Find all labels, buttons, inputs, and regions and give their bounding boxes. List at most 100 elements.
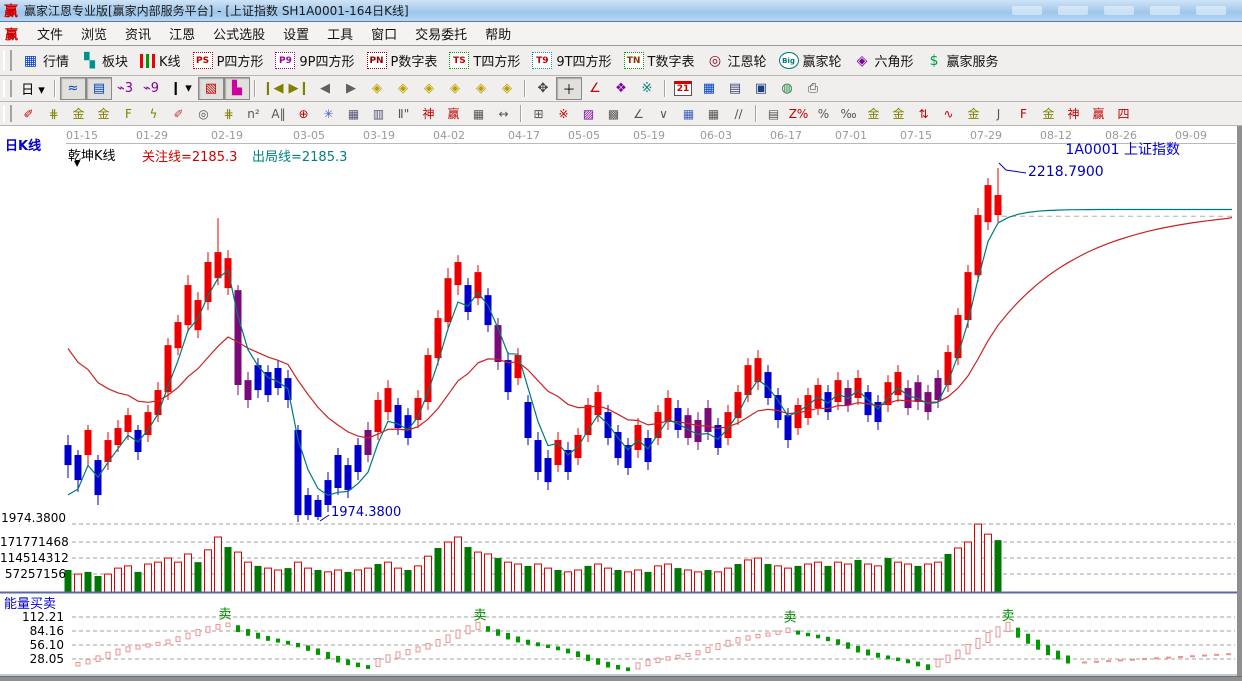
calculator-button[interactable]: ▦ xyxy=(696,77,722,100)
tool-hangqing-button[interactable]: ▦行情 xyxy=(16,48,75,73)
toolbar-grip[interactable] xyxy=(3,105,12,121)
draw-tool-32-button[interactable]: Z% xyxy=(786,103,811,124)
zoom-in-button[interactable]: ◈ xyxy=(442,77,468,100)
draw-tool-11-button[interactable]: ⊕ xyxy=(291,103,316,124)
tool-9t-sifangxing-button[interactable]: T99T四方形 xyxy=(526,48,617,73)
draw-tool-31-button[interactable]: ▤ xyxy=(761,103,786,124)
toolbar-grip[interactable] xyxy=(3,80,12,98)
draw-tool-33-button[interactable]: % xyxy=(811,103,836,124)
first-page-button[interactable]: ❙◀ xyxy=(260,77,286,100)
zoom-left-button[interactable]: ◈ xyxy=(364,77,390,100)
panel-tab-daily-kline[interactable]: 日K线 xyxy=(5,135,41,154)
chart-canvas[interactable]: 01-1501-2902-1903-0503-1904-0204-1705-05… xyxy=(0,126,1242,676)
draw-tool-34-button[interactable]: ‰ xyxy=(836,103,861,124)
tool-t-shuzibiao-button[interactable]: TNT数字表 xyxy=(618,48,701,73)
kline-type-dropdown-icon[interactable]: ▼ xyxy=(74,159,80,168)
draw-tool-43-button[interactable]: 神 xyxy=(1061,103,1086,124)
map-red-button[interactable]: ▧ xyxy=(198,77,224,100)
draw-tool-5-button[interactable]: ϟ xyxy=(141,103,166,124)
draw-tool-44-button[interactable]: 赢 xyxy=(1086,103,1111,124)
draw-tool-0-button[interactable]: ✐ xyxy=(16,103,41,124)
draw-tool-28-button[interactable]: ▦ xyxy=(701,103,726,124)
tool-liujiaoxing-button[interactable]: ◈六角形 xyxy=(848,48,920,73)
draw-tool-14-button[interactable]: ▥ xyxy=(366,103,391,124)
draw-tool-2-button[interactable]: 金 xyxy=(66,103,91,124)
next-page-button[interactable]: ▶ xyxy=(338,77,364,100)
tool-jiangenlun-button[interactable]: ◎江恩轮 xyxy=(701,48,773,73)
draw-tool-9-button[interactable]: n² xyxy=(241,103,266,124)
draw-tool-41-button[interactable]: F xyxy=(1011,103,1036,124)
draw-tool-13-button[interactable]: ▦ xyxy=(341,103,366,124)
menu-item-江恩[interactable]: 江恩 xyxy=(160,22,204,45)
wave-chart-button[interactable]: ≈ xyxy=(60,77,86,100)
draw-tool-1-button[interactable]: ⋕ xyxy=(41,103,66,124)
tool-t-sifangxing-button[interactable]: TST四方形 xyxy=(443,48,526,73)
draw-tool-38-button[interactable]: ∿ xyxy=(936,103,961,124)
print-button[interactable]: ⎙ xyxy=(800,77,826,100)
save-button[interactable]: ▣ xyxy=(748,77,774,100)
draw-tool-45-button[interactable]: 四 xyxy=(1111,103,1136,124)
draw-tool-6-button[interactable]: ✐ xyxy=(166,103,191,124)
draw-tool-23-button[interactable]: ▨ xyxy=(576,103,601,124)
zoom-h-button[interactable]: ◈ xyxy=(416,77,442,100)
histogram-button[interactable]: ▙ xyxy=(224,77,250,100)
draw-tool-29-button[interactable]: ∕∕ xyxy=(726,103,751,124)
tool-yingjialun-button[interactable]: Big赢家轮 xyxy=(773,48,848,73)
draw-tool-10-button[interactable]: A‖ xyxy=(266,103,291,124)
chart-region[interactable]: 01-1501-2902-1903-0503-1904-0204-1705-05… xyxy=(0,126,1242,676)
draw-tool-25-button[interactable]: ∠ xyxy=(626,103,651,124)
draw-tool-42-button[interactable]: 金 xyxy=(1036,103,1061,124)
menu-item-交易委托[interactable]: 交易委托 xyxy=(406,22,476,45)
draw-tool-21-button[interactable]: ⊞ xyxy=(526,103,551,124)
draw-tool-8-button[interactable]: ⋕ xyxy=(216,103,241,124)
draw-tool-15-button[interactable]: Ⅱ" xyxy=(391,103,416,124)
candle-style-button[interactable]: ❙ ▾ xyxy=(164,77,198,100)
toolbar-grip[interactable] xyxy=(3,50,12,70)
draw-tool-24-button[interactable]: ▩ xyxy=(601,103,626,124)
draw-tool-36-button[interactable]: 金 xyxy=(886,103,911,124)
draw-tool-37-button[interactable]: ⇅ xyxy=(911,103,936,124)
zoom-out-button[interactable]: ◈ xyxy=(468,77,494,100)
draw-tool-3-button[interactable]: 金 xyxy=(91,103,116,124)
draw-tool-27-button[interactable]: ▦ xyxy=(676,103,701,124)
prev-page-button[interactable]: ◀ xyxy=(312,77,338,100)
draw-tool-16-button[interactable]: 神 xyxy=(416,103,441,124)
draw-tool-26-button[interactable]: ∨ xyxy=(651,103,676,124)
calendar-21-button[interactable]: 21 xyxy=(670,77,696,100)
notes-button[interactable]: ▤ xyxy=(722,77,748,100)
zoom-right-button[interactable]: ◈ xyxy=(390,77,416,100)
draw-tool-35-button[interactable]: 金 xyxy=(861,103,886,124)
tool-9p-sifangxing-button[interactable]: P99P四方形 xyxy=(269,48,360,73)
tool-bankuai-button[interactable]: ▚板块 xyxy=(75,48,134,73)
save-web-button[interactable]: ◍ xyxy=(774,77,800,100)
draw-tool-22-button[interactable]: ※ xyxy=(551,103,576,124)
draw-tool-7-button[interactable]: ◎ xyxy=(191,103,216,124)
menu-item-公式选股[interactable]: 公式选股 xyxy=(204,22,274,45)
menu-item-资讯[interactable]: 资讯 xyxy=(116,22,160,45)
draw-tool-12-button[interactable]: ✳ xyxy=(316,103,341,124)
menu-item-窗口[interactable]: 窗口 xyxy=(362,22,406,45)
menu-item-帮助[interactable]: 帮助 xyxy=(476,22,520,45)
spiral-tool-button[interactable]: ※ xyxy=(634,77,660,100)
draw-tool-39-button[interactable]: 金 xyxy=(961,103,986,124)
draw-tool-4-button[interactable]: F xyxy=(116,103,141,124)
period-day-button[interactable]: 日 ▾ xyxy=(16,77,50,100)
pan-hand-button[interactable]: ✥ xyxy=(530,77,556,100)
menu-item-设置[interactable]: 设置 xyxy=(274,22,318,45)
angle-measure-button[interactable]: ∠ xyxy=(582,77,608,100)
last-page-button[interactable]: ▶❙ xyxy=(286,77,312,100)
menu-item-工具[interactable]: 工具 xyxy=(318,22,362,45)
draw-tool-18-button[interactable]: ▦ xyxy=(466,103,491,124)
crosshair-button[interactable]: ＋ xyxy=(556,77,582,100)
draw-tool-19-button[interactable]: ↔ xyxy=(491,103,516,124)
tool-kxian-button[interactable]: K线 xyxy=(134,48,187,73)
tool-p-sifangxing-button[interactable]: PSP四方形 xyxy=(187,48,270,73)
info-doc-button[interactable]: ▤ xyxy=(86,77,112,100)
tool-fuwu-button[interactable]: $赢家服务 xyxy=(920,48,1005,73)
draw-tool-17-button[interactable]: 赢 xyxy=(441,103,466,124)
menu-item-浏览[interactable]: 浏览 xyxy=(72,22,116,45)
step9-chart-button[interactable]: ⌁9 xyxy=(138,77,164,100)
gann-tool-button[interactable]: ❖ xyxy=(608,77,634,100)
menu-item-文件[interactable]: 文件 xyxy=(28,22,72,45)
draw-tool-40-button[interactable]: J xyxy=(986,103,1011,124)
